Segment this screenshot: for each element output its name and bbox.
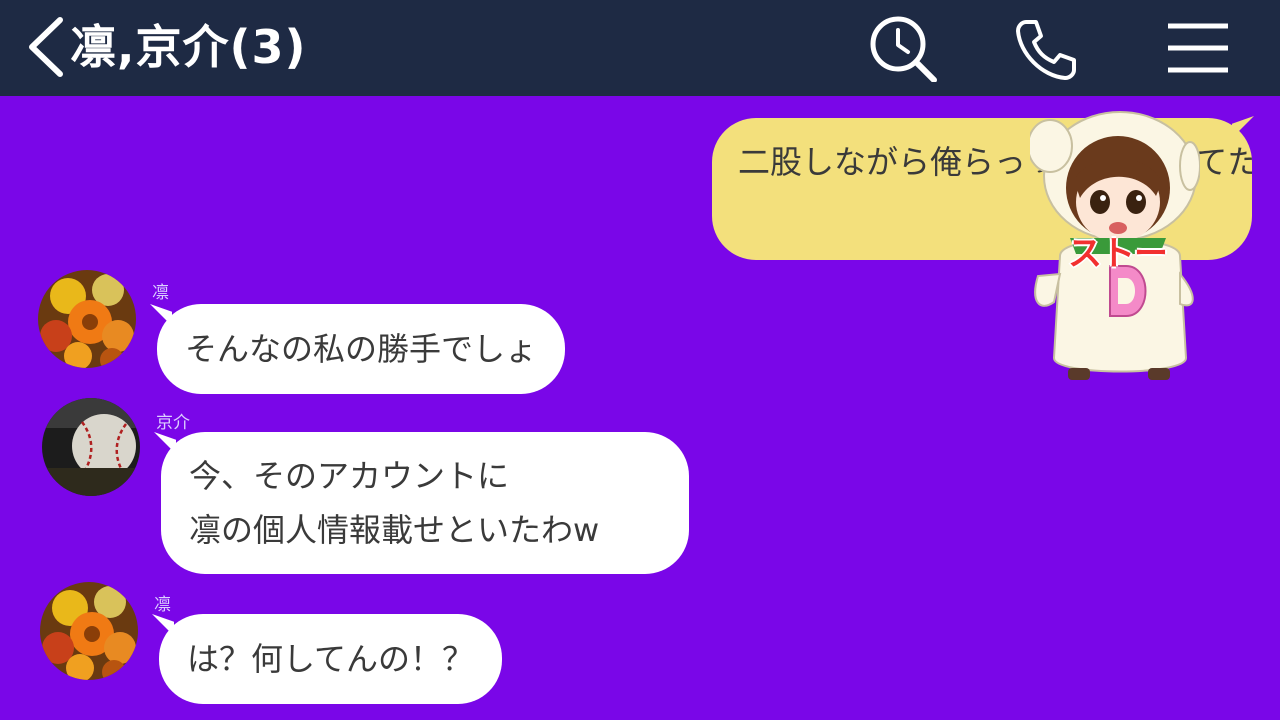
avatar-rin[interactable] [38,270,136,368]
phone-icon[interactable] [1010,14,1082,82]
sticker-text: ストー [1068,234,1168,274]
sheep-girl-sticker: ストー [1027,106,1201,396]
sender-name: 京介 [156,413,190,433]
menu-icon[interactable] [1162,14,1234,82]
chat-header: 凛,京介(3) [0,0,1280,96]
message-line: は？何してんの！？ [187,640,475,678]
back-chevron-icon[interactable] [22,14,72,80]
message-line: そんなの私の勝手でしょ [185,330,538,368]
message-line: 今、そのアカウントに [189,457,510,495]
message-bubble: 今、そのアカウントに 凛の個人情報載せといたわw [161,432,689,574]
avatar-kyosuke[interactable] [42,398,140,496]
sender-name: 凛 [152,283,169,303]
message-bubble: は？何してんの！？ [159,614,503,704]
search-icon[interactable] [866,14,938,82]
chat-area[interactable]: 二股しながら俺らっ 裏垢で呟いてたとか な 凛 そんなの私の勝手でしょ [0,96,1280,720]
sender-name: 凛 [154,595,171,615]
message-bubble: そんなの私の勝手でしょ [157,304,566,394]
chat-title: 凛,京介(3) [70,20,307,74]
avatar-rin[interactable] [40,582,138,680]
message-line: 凛の個人情報載せといたわw [189,511,600,549]
message-line: 二股しながら俺らっ [738,143,1027,181]
